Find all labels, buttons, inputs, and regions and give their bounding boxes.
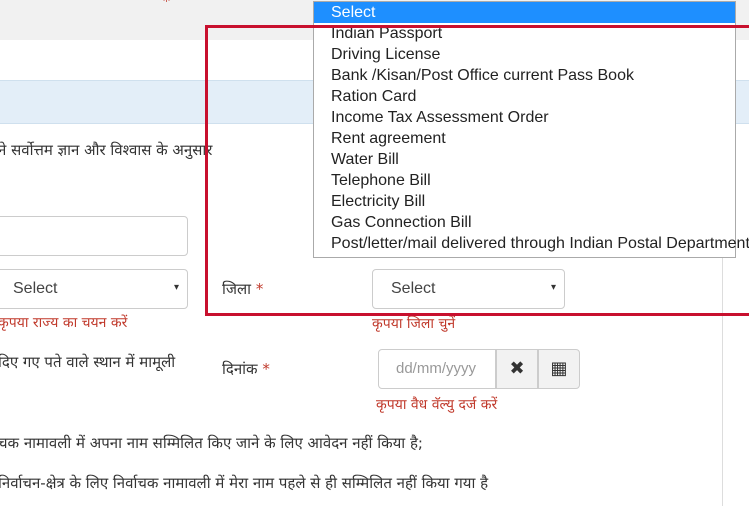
close-icon: ✖ <box>509 358 525 379</box>
date-placeholder: dd/mm/yyyy <box>396 360 477 377</box>
clear-date-button[interactable]: ✖ <box>496 349 538 389</box>
text-input[interactable] <box>0 216 188 256</box>
date-error: कृपया वैध वॅल्यु दर्ज करें <box>376 397 498 413</box>
required-marker: * <box>163 0 170 10</box>
intro-text: ने सर्वोत्तम ज्ञान और विश्वास के अनुसार <box>0 141 213 159</box>
address-note: दिए गए पते वाले स्थान में मामूली <box>0 353 176 371</box>
state-error: कृपया राज्य का चयन करें <box>0 315 128 331</box>
district-error: कृपया जिला चुनें <box>372 316 456 332</box>
dropdown-option-select[interactable]: Select <box>314 2 735 23</box>
chevron-down-icon: ▾ <box>173 282 179 293</box>
calendar-icon: ▦ <box>550 358 568 379</box>
date-input[interactable]: dd/mm/yyyy <box>378 349 496 389</box>
declaration-1: चक नामावली में अपना नाम सम्मिलित किए जान… <box>0 434 423 452</box>
state-select-value: Select <box>13 280 58 297</box>
state-select[interactable]: Select ▾ <box>0 269 188 309</box>
annotation-highlight-box <box>205 25 749 316</box>
date-label: दिनांक * <box>222 360 270 378</box>
declaration-2: निर्वाचन-क्षेत्र के लिए निर्वाचक नामावली… <box>0 474 489 492</box>
calendar-button[interactable]: ▦ <box>538 349 580 389</box>
